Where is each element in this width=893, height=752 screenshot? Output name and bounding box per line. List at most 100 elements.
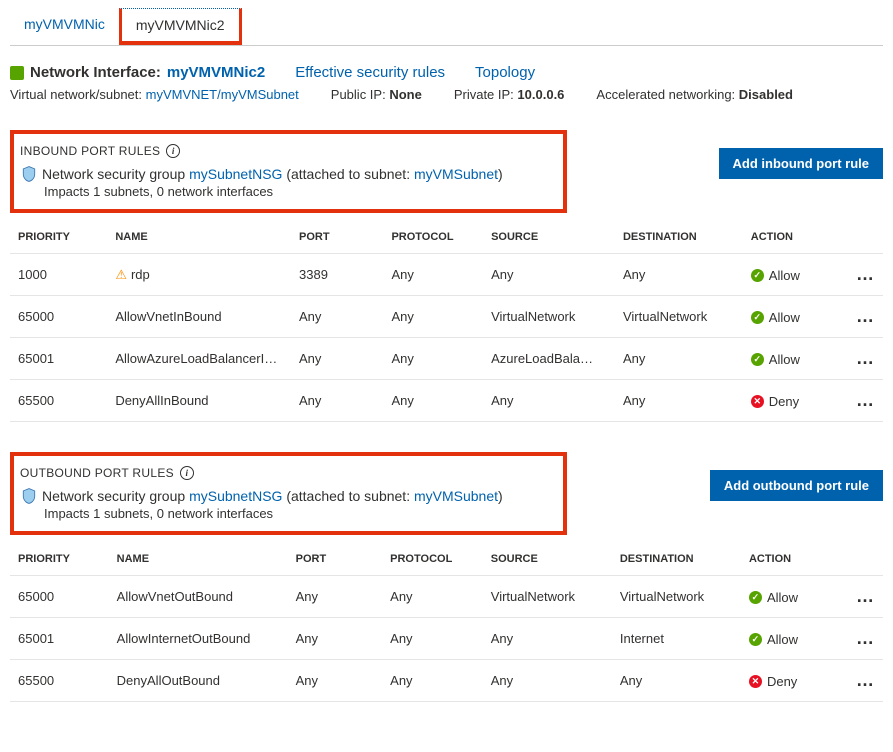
col-destination[interactable]: DESTINATION: [612, 543, 741, 576]
col-port[interactable]: PORT: [291, 221, 383, 254]
col-action[interactable]: ACTION: [741, 543, 831, 576]
nsg-name-link[interactable]: mySubnetNSG: [189, 166, 282, 182]
tab-nic2[interactable]: myVMVMNic2: [119, 8, 242, 45]
cell-port: Any: [296, 589, 318, 604]
more-icon[interactable]: …: [856, 348, 875, 368]
cell-destination: Any: [620, 673, 642, 688]
cell-priority: 65001: [18, 351, 54, 366]
more-icon[interactable]: …: [856, 264, 875, 284]
cell-name: DenyAllInBound: [115, 393, 208, 408]
cell-port: Any: [296, 673, 318, 688]
cell-name: DenyAllOutBound: [117, 673, 220, 688]
nic-subheader: Virtual network/subnet: myVMVNET/myVMSub…: [10, 87, 883, 102]
nsg-mid: (attached to subnet:: [282, 166, 414, 182]
warning-icon: ⚠: [115, 267, 127, 282]
add-outbound-rule-button[interactable]: Add outbound port rule: [710, 470, 883, 501]
nic-name-link[interactable]: myVMVMNic2: [167, 64, 265, 81]
cell-port: Any: [296, 631, 318, 646]
cell-name: rdp: [131, 267, 150, 282]
col-source[interactable]: SOURCE: [483, 543, 612, 576]
cell-priority: 65000: [18, 589, 54, 604]
nsg-prefix: Network security group: [42, 166, 189, 182]
cell-destination: VirtualNetwork: [620, 589, 704, 604]
inbound-section-header: INBOUND PORT RULES i Network security gr…: [10, 130, 567, 213]
cell-priority: 1000: [18, 267, 47, 282]
info-icon[interactable]: i: [166, 144, 180, 158]
privateip-label: Private IP:: [454, 87, 514, 102]
status-badge: ✕Deny: [749, 674, 797, 689]
more-icon[interactable]: …: [856, 586, 875, 606]
col-protocol[interactable]: PROTOCOL: [383, 221, 483, 254]
topology-link[interactable]: Topology: [475, 64, 535, 81]
status-badge: ✓ Allow: [751, 268, 800, 283]
accel-label: Accelerated networking:: [596, 87, 735, 102]
publicip-label: Public IP:: [331, 87, 386, 102]
add-inbound-rule-button[interactable]: Add inbound port rule: [719, 148, 883, 179]
inbound-table: PRIORITY NAME PORT PROTOCOL SOURCE DESTI…: [10, 221, 883, 422]
cell-protocol: Any: [391, 351, 413, 366]
col-priority[interactable]: PRIORITY: [10, 543, 109, 576]
col-source[interactable]: SOURCE: [483, 221, 615, 254]
check-icon: ✓: [751, 353, 764, 366]
cell-protocol: Any: [391, 393, 413, 408]
cell-action: Allow: [769, 268, 800, 283]
tab-nic1[interactable]: myVMVMNic: [10, 8, 119, 45]
info-icon[interactable]: i: [180, 466, 194, 480]
check-icon: ✓: [749, 633, 762, 646]
outbound-table: PRIORITY NAME PORT PROTOCOL SOURCE DESTI…: [10, 543, 883, 702]
table-row[interactable]: 65000AllowVnetInBoundAnyAnyVirtualNetwor…: [10, 296, 883, 338]
table-row[interactable]: 65500DenyAllOutBoundAnyAnyAnyAny✕Deny…: [10, 660, 883, 702]
cell-action: Allow: [769, 352, 800, 367]
cell-source: Any: [491, 631, 513, 646]
cell-action: Allow: [767, 632, 798, 647]
col-protocol[interactable]: PROTOCOL: [382, 543, 483, 576]
accel-value: Disabled: [739, 87, 793, 102]
cell-source: VirtualNetwork: [491, 309, 575, 324]
status-badge: ✕Deny: [751, 394, 799, 409]
cell-protocol: Any: [391, 267, 413, 282]
table-row[interactable]: 65001AllowAzureLoadBalancerInBou…AnyAnyA…: [10, 338, 883, 380]
nsg-name-link[interactable]: mySubnetNSG: [189, 488, 282, 504]
nsg-subnet-link[interactable]: myVMSubnet: [414, 488, 498, 504]
nsg-suffix: ): [498, 166, 503, 182]
table-row[interactable]: 65000AllowVnetOutBoundAnyAnyVirtualNetwo…: [10, 576, 883, 618]
status-badge: ✓ Allow: [751, 352, 800, 367]
more-icon[interactable]: …: [856, 306, 875, 326]
more-icon[interactable]: …: [856, 628, 875, 648]
cell-source: Any: [491, 267, 513, 282]
cell-destination: Any: [623, 393, 645, 408]
col-name[interactable]: NAME: [107, 221, 291, 254]
nic-icon: [10, 66, 24, 80]
more-icon[interactable]: …: [856, 390, 875, 410]
cell-action: Deny: [767, 674, 797, 689]
cell-protocol: Any: [390, 631, 412, 646]
cell-destination: Any: [623, 351, 645, 366]
col-port[interactable]: PORT: [288, 543, 383, 576]
vnet-link[interactable]: myVMVNET/myVMSubnet: [146, 87, 299, 102]
col-destination[interactable]: DESTINATION: [615, 221, 743, 254]
x-icon: ✕: [751, 395, 764, 408]
cell-name: AllowVnetInBound: [115, 309, 221, 324]
inbound-title: INBOUND PORT RULES: [20, 144, 160, 158]
cell-priority: 65000: [18, 309, 54, 324]
cell-destination: VirtualNetwork: [623, 309, 707, 324]
cell-port: Any: [299, 351, 321, 366]
outbound-section-header: OUTBOUND PORT RULES i Network security g…: [10, 452, 567, 535]
vnet-label: Virtual network/subnet:: [10, 87, 142, 102]
col-action[interactable]: ACTION: [743, 221, 832, 254]
table-row[interactable]: 1000⚠rdp3389AnyAnyAny✓Allow…: [10, 254, 883, 296]
status-badge: ✓Allow: [751, 310, 800, 325]
publicip-value: None: [389, 87, 422, 102]
check-icon: ✓: [751, 269, 764, 282]
cell-name: AllowVnetOutBound: [117, 589, 233, 604]
outbound-title: OUTBOUND PORT RULES: [20, 466, 174, 480]
inbound-impacts: Impacts 1 subnets, 0 network interfaces: [44, 184, 503, 199]
table-row[interactable]: 65001AllowInternetOutBoundAnyAnyAnyInter…: [10, 618, 883, 660]
table-row[interactable]: 65500DenyAllInBoundAnyAnyAnyAny✕Deny…: [10, 380, 883, 422]
col-priority[interactable]: PRIORITY: [10, 221, 107, 254]
nsg-subnet-link[interactable]: myVMSubnet: [414, 166, 498, 182]
effective-rules-link[interactable]: Effective security rules: [295, 64, 445, 81]
more-icon[interactable]: …: [856, 670, 875, 690]
cell-port: Any: [299, 393, 321, 408]
col-name[interactable]: NAME: [109, 543, 288, 576]
